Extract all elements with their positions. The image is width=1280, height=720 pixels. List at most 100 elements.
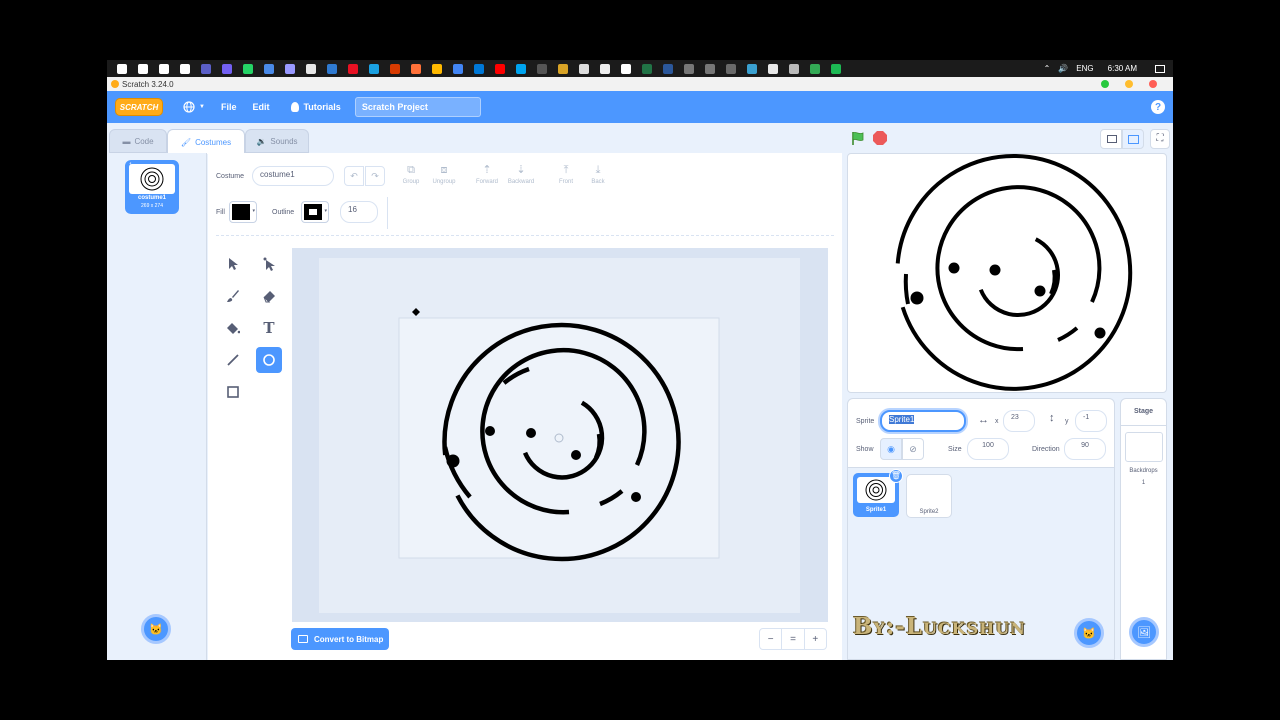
zoom-out-button[interactable]: − bbox=[760, 629, 783, 649]
front-button[interactable]: ⤒ Front bbox=[551, 164, 581, 185]
help-icon[interactable]: ? bbox=[1151, 100, 1165, 114]
show-hidden-button[interactable]: ⊘ bbox=[902, 438, 924, 460]
x-input[interactable]: 23 bbox=[1003, 410, 1035, 432]
scratch-logo[interactable]: SCRATCH bbox=[115, 98, 163, 116]
text-tool[interactable]: T bbox=[256, 315, 282, 341]
taskbar-app-icon[interactable] bbox=[200, 63, 211, 74]
choose-sprite-button[interactable]: 🐱 bbox=[1074, 618, 1104, 648]
taskbar-app-icon[interactable] bbox=[473, 63, 484, 74]
taskbar-app-icon[interactable] bbox=[242, 63, 253, 74]
size-input[interactable]: 100 bbox=[967, 438, 1009, 460]
sprite-tile-sprite2[interactable]: Sprite2 bbox=[906, 474, 952, 518]
zoom-reset-button[interactable]: = bbox=[782, 629, 805, 649]
language-indicator[interactable]: ENG bbox=[1076, 64, 1093, 73]
taskbar-app-icon[interactable] bbox=[137, 63, 148, 74]
outline-color-picker[interactable]: ▾ bbox=[301, 201, 329, 223]
taskbar-app-icon[interactable] bbox=[305, 63, 316, 74]
window-minimize-button[interactable] bbox=[1125, 80, 1133, 88]
reshape-tool[interactable] bbox=[256, 251, 282, 277]
costume-name-input[interactable]: costume1 bbox=[252, 166, 334, 186]
rectangle-tool[interactable] bbox=[220, 379, 246, 405]
taskbar-app-icon[interactable] bbox=[620, 63, 631, 74]
outline-width-input[interactable]: 16 bbox=[340, 201, 378, 223]
paint-canvas[interactable] bbox=[319, 258, 800, 613]
taskbar-app-icon[interactable] bbox=[515, 63, 526, 74]
show-visible-button[interactable]: ◉ bbox=[880, 438, 902, 460]
taskbar-app-icon[interactable] bbox=[830, 63, 841, 74]
delete-sprite-button[interactable]: 🗑 bbox=[889, 469, 903, 483]
taskbar-app-icon[interactable] bbox=[788, 63, 799, 74]
taskbar-app-icon[interactable] bbox=[410, 63, 421, 74]
notifications-icon[interactable] bbox=[1155, 64, 1165, 73]
maze-costume-drawing[interactable] bbox=[319, 258, 800, 613]
stop-icon[interactable] bbox=[872, 130, 888, 146]
taskbar-app-icon[interactable] bbox=[158, 63, 169, 74]
taskbar-app-icon[interactable] bbox=[557, 63, 568, 74]
tutorials-button[interactable]: Tutorials bbox=[291, 102, 341, 112]
stage-target-panel[interactable]: Stage Backdrops 1 🖼 bbox=[1120, 398, 1167, 660]
taskbar-app-icon[interactable] bbox=[725, 63, 736, 74]
taskbar-app-icon[interactable] bbox=[578, 63, 589, 74]
fill-tool[interactable] bbox=[220, 315, 246, 341]
taskbar-app-icon[interactable] bbox=[284, 63, 295, 74]
taskbar-app-icon[interactable] bbox=[452, 63, 463, 74]
volume-icon[interactable]: 🔊 bbox=[1058, 64, 1068, 73]
taskbar-app-icon[interactable] bbox=[809, 63, 820, 74]
direction-input[interactable]: 90 bbox=[1064, 438, 1106, 460]
clock[interactable]: 6:30 AM bbox=[1108, 64, 1137, 73]
green-flag-icon[interactable] bbox=[850, 130, 866, 146]
window-zoom-button[interactable] bbox=[1101, 80, 1109, 88]
undo-button[interactable]: ↶ bbox=[344, 166, 364, 186]
paint-canvas-area[interactable] bbox=[292, 248, 828, 622]
taskbar-app-icon[interactable] bbox=[494, 63, 505, 74]
taskbar-app-icon[interactable] bbox=[347, 63, 358, 74]
group-button[interactable]: ⧉ Group bbox=[396, 164, 426, 185]
select-tool[interactable] bbox=[220, 251, 246, 277]
convert-to-bitmap-button[interactable]: Convert to Bitmap bbox=[291, 628, 389, 650]
y-input[interactable]: -1 bbox=[1075, 410, 1107, 432]
sprite-name-input[interactable]: Sprite1 bbox=[880, 410, 966, 432]
tab-costumes[interactable]: 🖌 Costumes bbox=[167, 129, 245, 154]
taskbar-app-icon[interactable] bbox=[326, 63, 337, 74]
taskbar-app-icon[interactable] bbox=[221, 63, 232, 74]
ungroup-button[interactable]: ⧈ Ungroup bbox=[429, 164, 459, 185]
taskbar-app-icon[interactable] bbox=[599, 63, 610, 74]
taskbar-app-icon[interactable] bbox=[368, 63, 379, 74]
taskbar-app-icon[interactable] bbox=[704, 63, 715, 74]
redo-button[interactable]: ↷ bbox=[365, 166, 385, 186]
taskbar-app-icon[interactable] bbox=[179, 63, 190, 74]
window-close-button[interactable] bbox=[1149, 80, 1157, 88]
sprite-tile-sprite1[interactable]: Sprite1 🗑 bbox=[853, 469, 903, 517]
zoom-in-button[interactable]: + bbox=[805, 629, 826, 649]
taskbar-app-icon[interactable] bbox=[767, 63, 778, 74]
costume-tile[interactable]: 1 costume1 269 x 274 bbox=[125, 160, 179, 214]
taskbar-app-icon[interactable] bbox=[116, 63, 127, 74]
choose-backdrop-button[interactable]: 🖼 bbox=[1129, 617, 1159, 647]
tab-sounds[interactable]: 🔉 Sounds bbox=[245, 129, 309, 153]
brush-tool[interactable] bbox=[220, 283, 246, 309]
forward-button[interactable]: ⇡ Forward bbox=[472, 164, 502, 185]
eraser-tool[interactable] bbox=[256, 283, 282, 309]
file-menu[interactable]: File bbox=[221, 102, 237, 112]
taskbar-app-icon[interactable] bbox=[263, 63, 274, 74]
large-stage-button[interactable] bbox=[1122, 129, 1144, 149]
backward-button[interactable]: ⇣ Backward bbox=[506, 164, 536, 185]
taskbar-app-icon[interactable] bbox=[683, 63, 694, 74]
taskbar-app-icon[interactable] bbox=[746, 63, 757, 74]
taskbar-app-icon[interactable] bbox=[389, 63, 400, 74]
stage-canvas[interactable] bbox=[847, 153, 1167, 393]
fullscreen-button[interactable]: ⛶ bbox=[1150, 129, 1170, 149]
choose-costume-button[interactable]: 🐱 bbox=[141, 614, 171, 644]
language-menu[interactable]: ▼ bbox=[183, 101, 205, 113]
stage-maze-sprite[interactable] bbox=[848, 154, 1166, 392]
taskbar-app-icon[interactable] bbox=[431, 63, 442, 74]
fill-color-picker[interactable]: ▾ bbox=[229, 201, 257, 223]
taskbar-app-icon[interactable] bbox=[536, 63, 547, 74]
taskbar-app-icon[interactable] bbox=[662, 63, 673, 74]
small-stage-button[interactable] bbox=[1100, 129, 1122, 149]
project-title-input[interactable]: Scratch Project bbox=[354, 97, 481, 117]
taskbar-app-icon[interactable] bbox=[641, 63, 652, 74]
back-button[interactable]: ⤓ Back bbox=[583, 164, 613, 185]
network-icon[interactable]: ⌃ bbox=[1044, 64, 1051, 73]
tab-code[interactable]: ▬ Code bbox=[109, 129, 167, 153]
